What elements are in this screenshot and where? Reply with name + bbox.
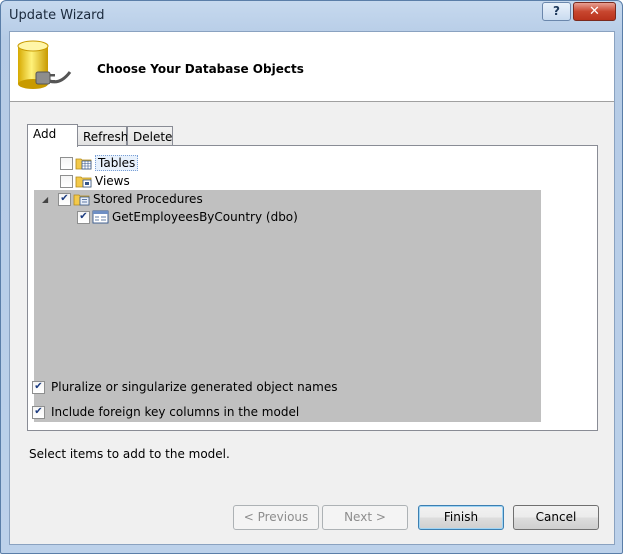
cancel-button[interactable]: Cancel [513, 505, 599, 530]
tree-item-views[interactable]: Views [60, 172, 130, 190]
finish-button[interactable]: Finish [418, 505, 504, 530]
foreign-keys-option[interactable]: Include foreign key columns in the model [32, 405, 299, 419]
tables-label: Tables [95, 155, 139, 171]
wizard-header: Choose Your Database Objects [10, 32, 614, 102]
stored-procedure-icon [92, 210, 109, 224]
add-tab-panel: Tables Views ◢ Stored Proc [27, 145, 598, 431]
tab-add[interactable]: Add [27, 124, 78, 147]
views-label: Views [95, 174, 130, 188]
stored-procedures-checkbox[interactable] [58, 192, 71, 206]
pluralize-label: Pluralize or singularize generated objec… [51, 380, 338, 394]
pluralize-option[interactable]: Pluralize or singularize generated objec… [32, 380, 337, 394]
stored-procedures-label: Stored Procedures [93, 192, 203, 206]
database-plug-icon [17, 40, 72, 89]
page-title: Choose Your Database Objects [97, 62, 304, 76]
tree-item-stored-procedures[interactable]: ◢ Stored Procedures [42, 190, 203, 208]
status-text: Select items to add to the model. [29, 447, 230, 461]
pluralize-checkbox[interactable] [32, 380, 45, 394]
collapse-arrow-icon[interactable]: ◢ [42, 195, 52, 204]
folder-table-icon [75, 158, 92, 170]
procedure-checkbox[interactable] [77, 210, 90, 224]
help-button[interactable]: ? [542, 2, 571, 21]
update-wizard-window: Update Wizard ? ✕ Choose Your Database O… [0, 0, 623, 554]
tree-item-tables[interactable]: Tables [60, 154, 139, 172]
close-button[interactable]: ✕ [573, 2, 616, 21]
tables-checkbox[interactable] [60, 156, 73, 170]
tree-item-procedure[interactable]: GetEmployeesByCountry (dbo) [77, 208, 298, 226]
foreign-keys-checkbox[interactable] [32, 405, 45, 419]
next-button[interactable]: Next > [322, 505, 408, 530]
previous-button[interactable]: < Previous [233, 505, 319, 530]
folder-procedure-icon [73, 194, 90, 206]
folder-view-icon [75, 176, 92, 188]
wizard-client-area: Choose Your Database Objects Add Refresh… [9, 31, 615, 545]
title-bar[interactable]: Update Wizard ? ✕ [1, 1, 622, 31]
tab-delete[interactable]: Delete [127, 126, 173, 146]
tab-refresh[interactable]: Refresh [77, 126, 128, 146]
window-title: Update Wizard [9, 8, 105, 23]
views-checkbox[interactable] [60, 174, 73, 188]
foreign-keys-label: Include foreign key columns in the model [51, 405, 300, 419]
procedure-label: GetEmployeesByCountry (dbo) [112, 210, 298, 224]
